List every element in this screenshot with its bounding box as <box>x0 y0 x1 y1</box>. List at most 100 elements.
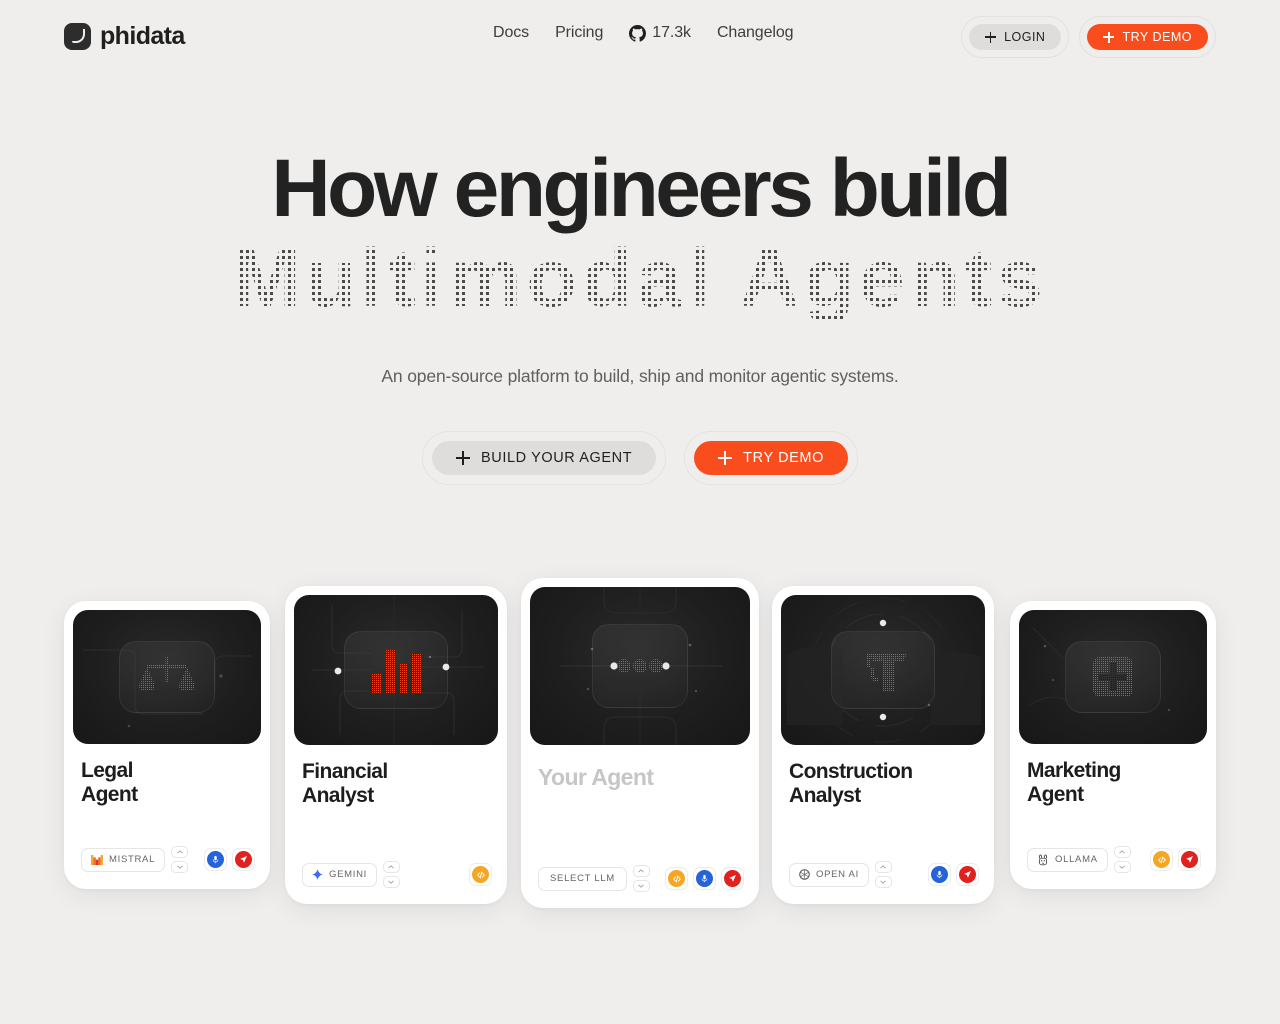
stepper-up-button[interactable] <box>632 865 650 877</box>
hero-cta-group: BUILD YOUR AGENT TRY DEMO <box>0 431 1280 485</box>
agent-thumbnail <box>530 587 750 745</box>
send-action-button[interactable] <box>956 863 979 886</box>
crane-icon <box>859 648 907 692</box>
send-action-button[interactable] <box>232 848 255 871</box>
llm-select-button[interactable]: OLLAMA <box>1027 847 1108 872</box>
llm-select-label: MISTRAL <box>109 854 156 865</box>
plus-icon <box>718 451 733 465</box>
build-agent-button-shell: BUILD YOUR AGENT <box>422 431 667 485</box>
agent-card-footer: SELECT LLM <box>530 865 750 892</box>
agent-action-buttons <box>928 863 979 886</box>
llm-select-label: SELECT LLM <box>550 873 615 884</box>
llm-select-button[interactable]: OPEN AI <box>789 862 869 887</box>
agent-card-legal[interactable]: Legal Agent MISTRAL <box>64 601 270 889</box>
llm-selector-group: MISTRAL <box>81 846 189 873</box>
chevron-down-icon <box>1119 865 1125 869</box>
send-icon <box>959 866 976 883</box>
llm-selector-group: GEMINI <box>302 861 400 888</box>
llm-stepper <box>1113 846 1131 873</box>
build-your-agent-label: BUILD YOUR AGENT <box>481 450 633 466</box>
llm-selector-group: OPEN AI <box>789 861 892 888</box>
mic-icon <box>696 870 713 887</box>
header-actions: LOGIN TRY DEMO <box>961 16 1216 58</box>
agent-card-footer: GEMINI <box>294 861 498 888</box>
llm-select-label: GEMINI <box>329 869 367 880</box>
chevron-up-icon <box>176 850 183 854</box>
agent-thumbnail <box>73 610 261 744</box>
agent-card-title: Your Agent <box>538 764 654 790</box>
brand-logo[interactable]: phidata <box>64 22 185 51</box>
thumbnail-plate <box>592 624 688 708</box>
voice-action-button[interactable] <box>204 848 227 871</box>
nav-link-pricing[interactable]: Pricing <box>555 24 603 42</box>
bar-chart-icon <box>370 646 422 694</box>
hero-try-demo-button[interactable]: TRY DEMO <box>694 441 848 475</box>
agent-thumbnail <box>781 595 985 745</box>
voice-action-button[interactable] <box>928 863 951 886</box>
agent-card-your-agent[interactable]: Your Agent SELECT LLM <box>521 578 759 908</box>
agent-action-buttons <box>665 867 744 890</box>
llm-select-button[interactable]: MISTRAL <box>81 847 166 872</box>
voice-action-button[interactable] <box>693 867 716 890</box>
plus-square-icon <box>1093 657 1133 697</box>
site-header: phidata Docs Pricing 17.3k Changelog LOG… <box>0 0 1280 72</box>
llm-select-label: OPEN AI <box>816 869 859 880</box>
send-action-button[interactable] <box>721 867 744 890</box>
stepper-down-button[interactable] <box>171 861 189 873</box>
llm-stepper <box>874 861 892 888</box>
thumbnail-plate <box>1065 641 1161 713</box>
stepper-up-button[interactable] <box>874 861 892 873</box>
llm-stepper <box>171 846 189 873</box>
llm-stepper <box>382 861 400 888</box>
code-icon <box>668 870 685 887</box>
stepper-down-button[interactable] <box>632 880 650 892</box>
send-icon <box>1181 851 1198 868</box>
code-action-button[interactable] <box>469 863 492 886</box>
stepper-down-button[interactable] <box>1113 861 1131 873</box>
phidata-logo-icon <box>64 23 91 50</box>
nav-link-github[interactable]: 17.3k <box>629 24 691 42</box>
llm-stepper <box>632 865 650 892</box>
agent-card-title: Financial Analyst <box>302 760 388 807</box>
chevron-down-icon <box>638 884 645 888</box>
mic-icon <box>207 851 224 868</box>
ollama-icon <box>1038 854 1048 865</box>
three-dots-icon <box>617 659 663 673</box>
code-action-button[interactable] <box>665 867 688 890</box>
stepper-down-button[interactable] <box>874 876 892 888</box>
send-icon <box>724 870 741 887</box>
send-action-button[interactable] <box>1178 848 1201 871</box>
agent-card-financial[interactable]: Financial Analyst GEMINI <box>285 586 507 904</box>
plus-icon <box>456 451 471 465</box>
login-button-shell: LOGIN <box>961 16 1070 58</box>
llm-select-button[interactable]: SELECT LLM <box>538 866 627 891</box>
plus-icon <box>1103 31 1115 43</box>
stepper-up-button[interactable] <box>171 846 189 858</box>
login-button[interactable]: LOGIN <box>969 24 1062 50</box>
main-nav: Docs Pricing 17.3k Changelog <box>493 24 794 42</box>
agent-thumbnail <box>294 595 498 745</box>
agent-card-footer: MISTRAL <box>73 846 261 873</box>
agent-action-buttons <box>1150 848 1201 871</box>
agent-action-buttons <box>469 863 492 886</box>
nav-link-docs[interactable]: Docs <box>493 24 529 42</box>
stepper-down-button[interactable] <box>382 876 400 888</box>
try-demo-button[interactable]: TRY DEMO <box>1087 24 1208 50</box>
github-star-count: 17.3k <box>652 24 691 41</box>
code-action-button[interactable] <box>1150 848 1173 871</box>
agent-card-footer: OLLAMA <box>1019 846 1207 873</box>
agent-card-title: Legal Agent <box>81 759 138 806</box>
agent-card-construction[interactable]: Construction Analyst OPEN AI <box>772 586 994 904</box>
openai-icon <box>799 869 810 880</box>
agent-card-marketing[interactable]: Marketing Agent OLLAMA <box>1010 601 1216 889</box>
llm-select-button[interactable]: GEMINI <box>302 862 377 887</box>
try-demo-button-shell: TRY DEMO <box>1079 16 1216 58</box>
login-button-label: LOGIN <box>1004 30 1046 44</box>
build-your-agent-button[interactable]: BUILD YOUR AGENT <box>432 441 657 475</box>
chevron-up-icon <box>1119 850 1125 854</box>
llm-selector-group: OLLAMA <box>1027 846 1131 873</box>
stepper-up-button[interactable] <box>382 861 400 873</box>
agent-thumbnail <box>1019 610 1207 744</box>
stepper-up-button[interactable] <box>1113 846 1131 858</box>
nav-link-changelog[interactable]: Changelog <box>717 24 794 42</box>
